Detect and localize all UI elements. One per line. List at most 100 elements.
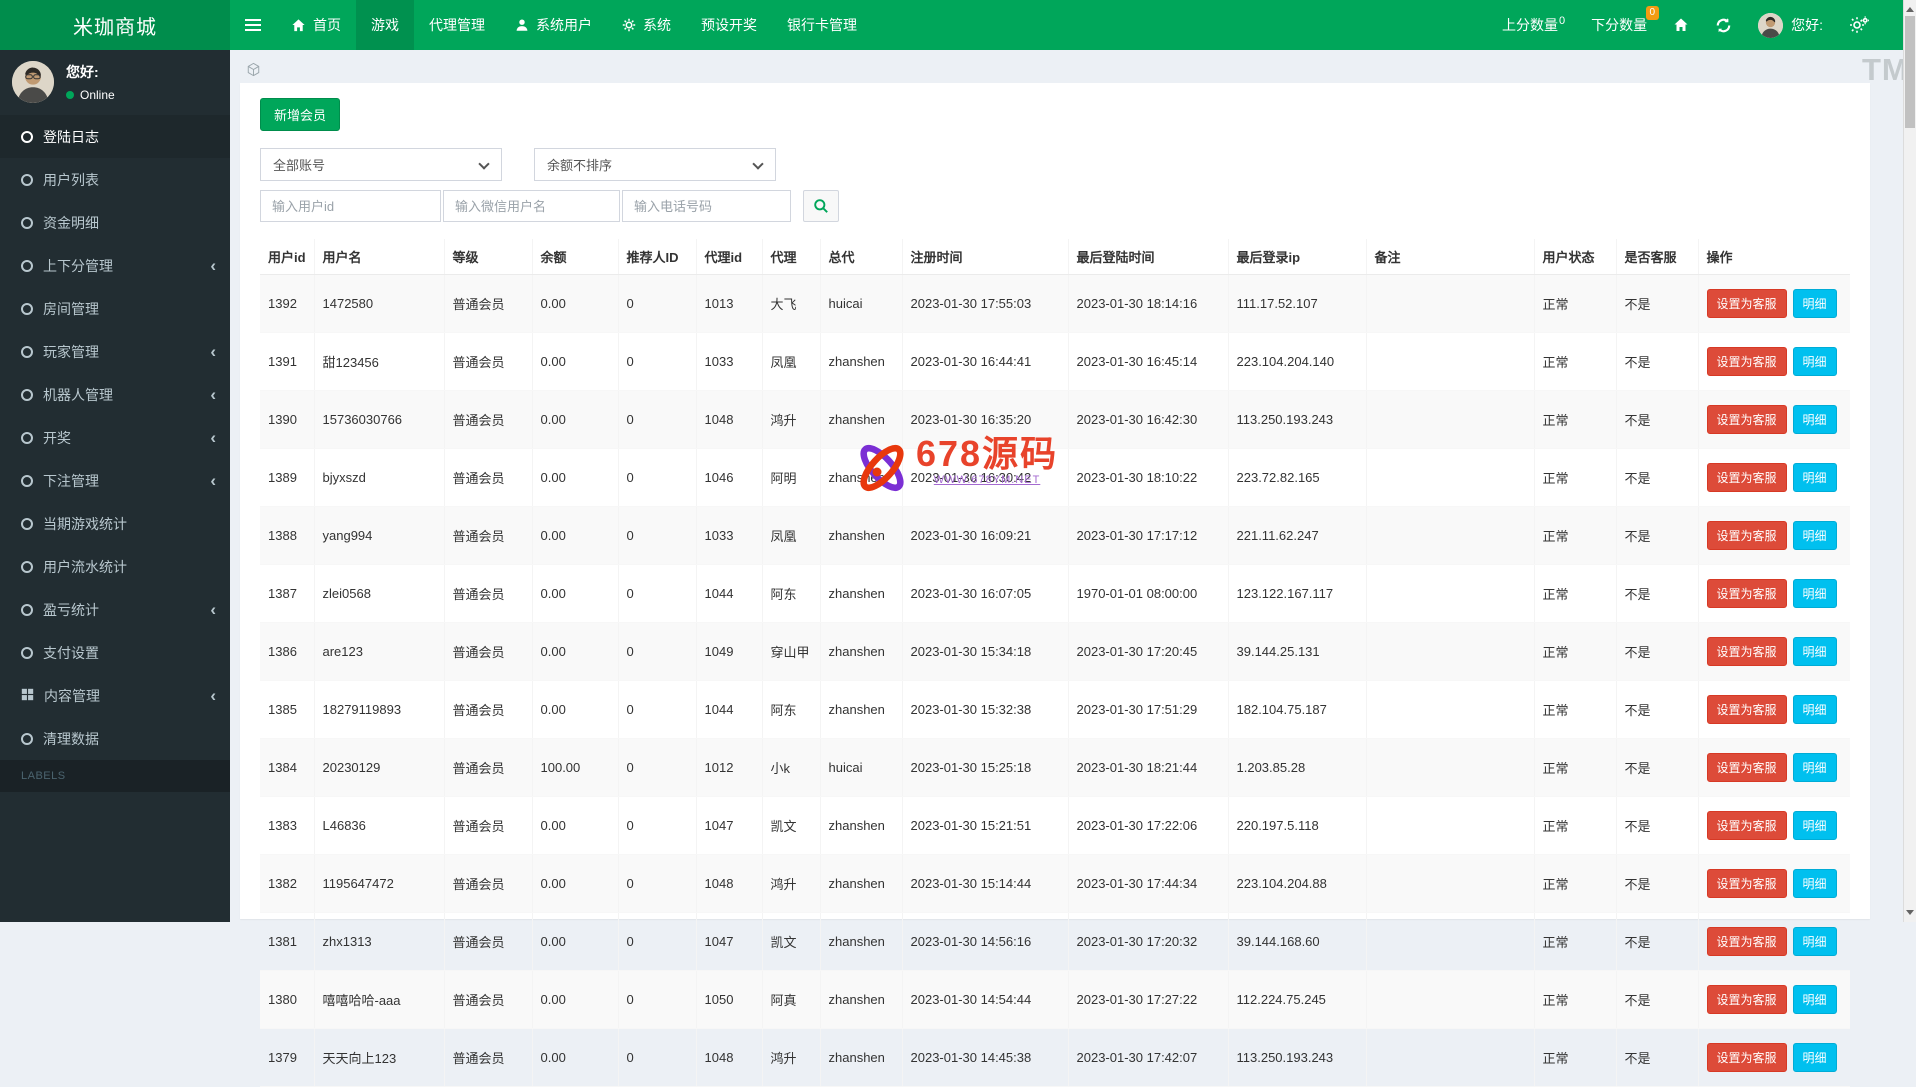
actions-cell: 设置为客服明细: [1698, 507, 1850, 565]
nav-item-preset-lottery[interactable]: 预设开奖: [686, 0, 772, 50]
column-header: 余额: [532, 239, 618, 275]
table-cell: [1366, 797, 1534, 855]
set-cs-button[interactable]: 设置为客服: [1707, 347, 1787, 376]
scrollbar-down-arrow[interactable]: [1904, 907, 1916, 922]
column-header: 操作: [1698, 239, 1850, 275]
sidebar-menu: 登陆日志用户列表资金明细上下分管理‹房间管理玩家管理‹机器人管理‹开奖‹下注管理…: [0, 115, 230, 760]
account-type-select[interactable]: 全部账号: [260, 148, 502, 181]
set-cs-button[interactable]: 设置为客服: [1707, 927, 1787, 956]
nav-item-games[interactable]: 游戏: [356, 0, 414, 50]
table-cell: 113.250.193.243: [1228, 391, 1366, 449]
vertical-scrollbar[interactable]: [1903, 0, 1916, 922]
sidebar-item-login-log[interactable]: 登陆日志: [0, 115, 230, 158]
table-cell: 不是: [1616, 565, 1698, 623]
sidebar-item-content-management[interactable]: 内容管理‹: [0, 674, 230, 717]
app-logo[interactable]: 米珈商城: [0, 0, 230, 50]
nav-item-bank-cards[interactable]: 银行卡管理: [772, 0, 872, 50]
nav-item-agents[interactable]: 代理管理: [414, 0, 500, 50]
sidebar-item-player-management[interactable]: 玩家管理‹: [0, 330, 230, 373]
sidebar-item-room-management[interactable]: 房间管理: [0, 287, 230, 330]
detail-button[interactable]: 明细: [1793, 811, 1837, 840]
table-cell: 不是: [1616, 739, 1698, 797]
detail-button[interactable]: 明细: [1793, 637, 1837, 666]
detail-button[interactable]: 明细: [1793, 695, 1837, 724]
nav-item-home[interactable]: 首页: [276, 0, 356, 50]
detail-button[interactable]: 明细: [1793, 463, 1837, 492]
sidebar-item-clean-data[interactable]: 清理数据: [0, 717, 230, 760]
home-icon: [291, 18, 306, 33]
detail-button[interactable]: 明细: [1793, 869, 1837, 898]
sidebar-item-current-game-stats[interactable]: 当期游戏统计: [0, 502, 230, 545]
nav-item-system-users[interactable]: 系统用户: [500, 0, 607, 50]
up-score-item[interactable]: 上分数量0: [1502, 15, 1565, 35]
set-cs-button[interactable]: 设置为客服: [1707, 811, 1787, 840]
table-cell: 1385: [260, 681, 314, 739]
sidebar-item-profit-loss-stats[interactable]: 盈亏统计‹: [0, 588, 230, 631]
wechat-name-input[interactable]: [443, 190, 620, 222]
sidebar-item-bet-management[interactable]: 下注管理‹: [0, 459, 230, 502]
sidebar-item-fund-details[interactable]: 资金明细: [0, 201, 230, 244]
detail-button[interactable]: 明细: [1793, 405, 1837, 434]
set-cs-button[interactable]: 设置为客服: [1707, 405, 1787, 434]
refresh-button[interactable]: [1715, 17, 1732, 34]
table-cell: 普通会员: [444, 1029, 532, 1087]
sidebar-item-user-flow-stats[interactable]: 用户流水统计: [0, 545, 230, 588]
search-button[interactable]: [803, 190, 839, 222]
set-cs-button[interactable]: 设置为客服: [1707, 695, 1787, 724]
table-cell: 2023-01-30 15:21:51: [902, 797, 1068, 855]
home-shortcut-button[interactable]: [1673, 17, 1689, 33]
cube-breadcrumb-icon: [246, 62, 261, 82]
up-score-count: 0: [1559, 15, 1565, 27]
scrollbar-thumb[interactable]: [1905, 16, 1915, 128]
sidebar-item-lottery[interactable]: 开奖‹: [0, 416, 230, 459]
detail-button[interactable]: 明细: [1793, 927, 1837, 956]
table-cell: 2023-01-30 14:45:38: [902, 1029, 1068, 1087]
settings-button[interactable]: [1849, 16, 1869, 34]
set-cs-button[interactable]: 设置为客服: [1707, 869, 1787, 898]
table-cell: 2023-01-30 17:20:45: [1068, 623, 1228, 681]
detail-button[interactable]: 明细: [1793, 521, 1837, 550]
online-dot-icon: [66, 91, 74, 99]
scrollbar-up-arrow[interactable]: [1904, 0, 1916, 15]
detail-button[interactable]: 明细: [1793, 1043, 1837, 1072]
set-cs-button[interactable]: 设置为客服: [1707, 463, 1787, 492]
table-cell: 阿东: [762, 681, 820, 739]
table-cell: 0.00: [532, 1029, 618, 1087]
set-cs-button[interactable]: 设置为客服: [1707, 985, 1787, 1014]
table-cell: 普通会员: [444, 681, 532, 739]
table-cell: 0: [618, 855, 696, 913]
online-status[interactable]: Online: [66, 88, 115, 102]
set-cs-button[interactable]: 设置为客服: [1707, 289, 1787, 318]
table-cell: 2023-01-30 17:55:03: [902, 275, 1068, 333]
detail-button[interactable]: 明细: [1793, 985, 1837, 1014]
table-cell: [1366, 855, 1534, 913]
detail-button[interactable]: 明细: [1793, 289, 1837, 318]
sidebar-item-robot-management[interactable]: 机器人管理‹: [0, 373, 230, 416]
set-cs-button[interactable]: 设置为客服: [1707, 1043, 1787, 1072]
table-cell: [1366, 391, 1534, 449]
navbar-user-menu[interactable]: 您好:: [1758, 13, 1823, 38]
table-cell: L46836: [314, 797, 444, 855]
detail-button[interactable]: 明细: [1793, 347, 1837, 376]
sidebar-item-label: 清理数据: [43, 729, 99, 749]
set-cs-button[interactable]: 设置为客服: [1707, 637, 1787, 666]
refresh-icon: [1715, 17, 1732, 34]
detail-button[interactable]: 明细: [1793, 753, 1837, 782]
chevron-left-icon: ‹: [210, 687, 216, 704]
sidebar-toggle-button[interactable]: [230, 0, 276, 50]
phone-input[interactable]: [622, 190, 791, 222]
sidebar-item-payment-settings[interactable]: 支付设置: [0, 631, 230, 674]
sidebar-item-label: 用户列表: [43, 170, 99, 190]
detail-button[interactable]: 明细: [1793, 579, 1837, 608]
set-cs-button[interactable]: 设置为客服: [1707, 521, 1787, 550]
sidebar-item-score-management[interactable]: 上下分管理‹: [0, 244, 230, 287]
down-score-item[interactable]: 下分数量0: [1591, 15, 1647, 35]
balance-sort-select[interactable]: 余额不排序: [534, 148, 776, 181]
circle-icon: [21, 389, 33, 401]
nav-item-system[interactable]: 系统: [607, 0, 686, 50]
user-id-input[interactable]: [260, 190, 441, 222]
add-member-button[interactable]: 新增会员: [260, 98, 340, 131]
set-cs-button[interactable]: 设置为客服: [1707, 753, 1787, 782]
sidebar-item-user-list[interactable]: 用户列表: [0, 158, 230, 201]
set-cs-button[interactable]: 设置为客服: [1707, 579, 1787, 608]
